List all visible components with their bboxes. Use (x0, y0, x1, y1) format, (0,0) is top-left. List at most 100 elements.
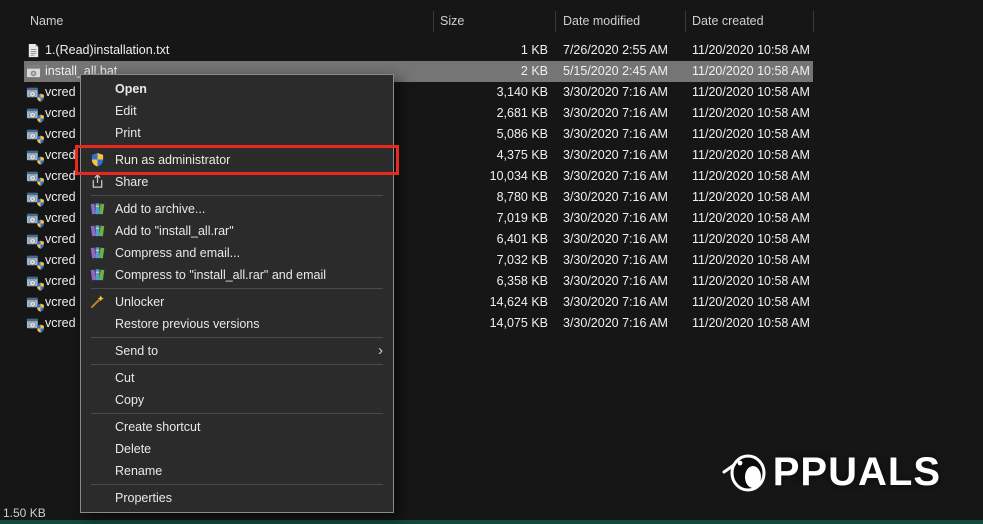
menu-item-run-as-administrator[interactable]: Run as administrator (81, 149, 393, 171)
file-date-modified: 3/30/2020 7:16 AM (563, 295, 668, 309)
uac-shield-icon (90, 152, 106, 168)
share-icon (90, 174, 106, 190)
menu-item-label: Copy (115, 393, 144, 407)
menu-separator (91, 195, 383, 196)
menu-item-compress-and-email[interactable]: Compress and email... (81, 242, 393, 264)
file-size: 1 KB (420, 43, 548, 57)
file-date-created: 11/20/2020 10:58 AM (692, 64, 810, 78)
no-icon (90, 103, 106, 119)
menu-item-create-shortcut[interactable]: Create shortcut (81, 416, 393, 438)
no-icon (90, 316, 106, 332)
file-size: 6,401 KB (420, 232, 548, 246)
file-explorer-window: Name Size Date modified Date created 1.(… (0, 0, 983, 524)
installer-icon (26, 148, 41, 163)
menu-item-properties[interactable]: Properties (81, 487, 393, 509)
menu-separator (91, 288, 383, 289)
file-date-created: 11/20/2020 10:58 AM (692, 43, 810, 57)
file-date-modified: 3/30/2020 7:16 AM (563, 316, 668, 330)
installer-icon (26, 316, 41, 331)
winrar-icon (90, 201, 106, 217)
menu-separator (91, 413, 383, 414)
uac-shield-overlay-icon (36, 240, 45, 249)
menu-item-open[interactable]: Open (81, 78, 393, 100)
wand-icon (90, 294, 106, 310)
file-date-created: 11/20/2020 10:58 AM (692, 232, 810, 246)
menu-item-label: Restore previous versions (115, 317, 260, 331)
file-name: vcred (45, 85, 76, 99)
file-name: vcred (45, 316, 76, 330)
submenu-chevron-icon: › (378, 342, 383, 359)
menu-item-label: Properties (115, 491, 172, 505)
file-date-modified: 3/30/2020 7:16 AM (563, 106, 668, 120)
menu-item-restore-previous-versions[interactable]: Restore previous versions (81, 313, 393, 335)
menu-item-rename[interactable]: Rename (81, 460, 393, 482)
file-date-created: 11/20/2020 10:58 AM (692, 85, 810, 99)
menu-item-label: Cut (115, 371, 134, 385)
file-name: vcred (45, 211, 76, 225)
menu-item-edit[interactable]: Edit (81, 100, 393, 122)
no-icon (90, 419, 106, 435)
appuals-watermark-text: PPUALS (773, 450, 941, 495)
column-header-date-modified[interactable]: Date modified (563, 14, 640, 28)
menu-item-delete[interactable]: Delete (81, 438, 393, 460)
file-name: vcred (45, 232, 76, 246)
menu-item-copy[interactable]: Copy (81, 389, 393, 411)
no-icon (90, 463, 106, 479)
menu-item-label: Share (115, 175, 148, 189)
column-separator[interactable] (813, 11, 814, 32)
installer-icon (26, 106, 41, 121)
menu-item-label: Add to archive... (115, 202, 205, 216)
menu-item-send-to[interactable]: Send to › (81, 340, 393, 362)
winrar-icon (90, 245, 106, 261)
file-date-modified: 5/15/2020 2:45 AM (563, 64, 668, 78)
menu-item-add-to-archive[interactable]: Add to archive... (81, 198, 393, 220)
installer-icon (26, 127, 41, 142)
uac-shield-overlay-icon (36, 198, 45, 207)
file-size: 8,780 KB (420, 190, 548, 204)
file-name: vcred (45, 274, 76, 288)
column-header-date-created[interactable]: Date created (692, 14, 764, 28)
file-date-created: 11/20/2020 10:58 AM (692, 148, 810, 162)
file-size: 6,358 KB (420, 274, 548, 288)
file-size: 3,140 KB (420, 85, 548, 99)
column-separator[interactable] (555, 11, 556, 32)
context-menu: Open Edit Print Run as administrator Share Ad… (80, 74, 394, 513)
batch-file-icon (26, 64, 41, 79)
file-name: vcred (45, 106, 76, 120)
menu-item-add-to-install-all-rar[interactable]: Add to "install_all.rar" (81, 220, 393, 242)
no-icon (90, 490, 106, 506)
winrar-icon (90, 267, 106, 283)
installer-icon (26, 190, 41, 205)
winrar-icon (90, 223, 106, 239)
menu-item-print[interactable]: Print (81, 122, 393, 144)
installer-icon (26, 253, 41, 268)
appuals-watermark: PPUALS (721, 448, 941, 496)
menu-item-cut[interactable]: Cut (81, 367, 393, 389)
file-date-created: 11/20/2020 10:58 AM (692, 106, 810, 120)
menu-separator (91, 364, 383, 365)
column-header-size[interactable]: Size (440, 14, 464, 28)
menu-item-label: Rename (115, 464, 162, 478)
no-icon (90, 370, 106, 386)
menu-separator (91, 146, 383, 147)
file-name: vcred (45, 253, 76, 267)
file-date-created: 11/20/2020 10:58 AM (692, 190, 810, 204)
menu-item-label: Edit (115, 104, 137, 118)
uac-shield-overlay-icon (36, 282, 45, 291)
file-row-1-read-installation-txt[interactable]: 1.(Read)installation.txt1 KB7/26/2020 2:… (0, 40, 983, 61)
column-header-name[interactable]: Name (30, 14, 63, 28)
menu-separator (91, 337, 383, 338)
file-date-modified: 3/30/2020 7:16 AM (563, 232, 668, 246)
file-size: 2,681 KB (420, 106, 548, 120)
menu-item-label: Send to (115, 344, 158, 358)
column-separator[interactable] (685, 11, 686, 32)
column-separator[interactable] (433, 11, 434, 32)
no-icon (90, 125, 106, 141)
no-icon (90, 392, 106, 408)
menu-item-label: Compress to "install_all.rar" and email (115, 268, 326, 282)
menu-item-unlocker[interactable]: Unlocker (81, 291, 393, 313)
menu-item-share[interactable]: Share (81, 171, 393, 193)
file-date-modified: 3/30/2020 7:16 AM (563, 190, 668, 204)
no-icon (90, 81, 106, 97)
menu-item-compress-to-install-all-rar-and-email[interactable]: Compress to "install_all.rar" and email (81, 264, 393, 286)
